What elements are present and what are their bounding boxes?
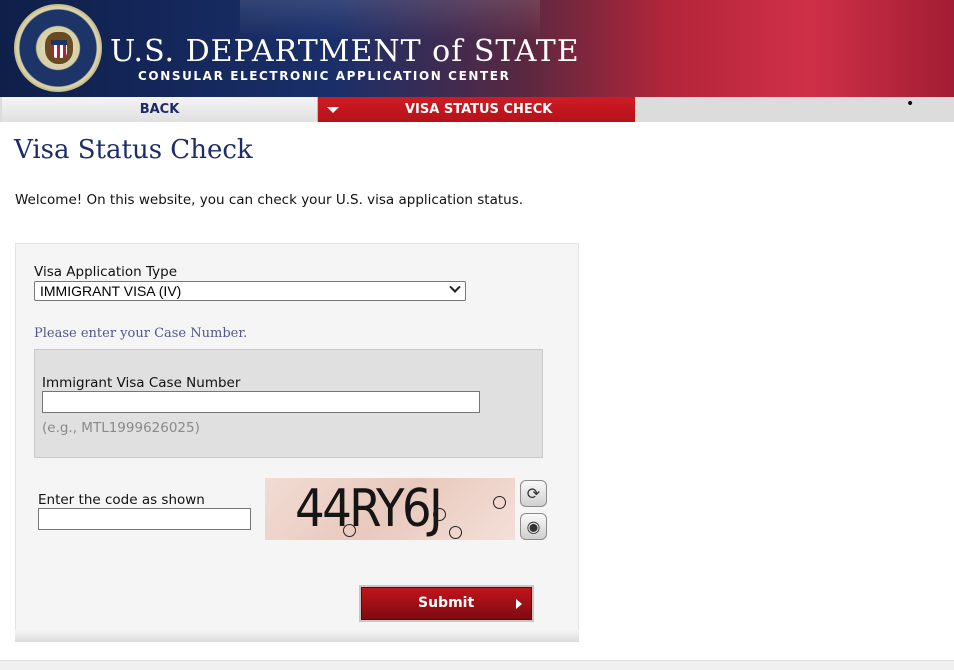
audio-captcha-button[interactable]: ◉ bbox=[520, 513, 547, 540]
department-seal-logo bbox=[14, 4, 102, 92]
case-number-input[interactable] bbox=[42, 391, 480, 413]
captcha-noise-circle bbox=[433, 508, 446, 521]
application-type-value: IMMIGRANT VISA (IV) bbox=[40, 283, 182, 299]
case-number-prompt: Please enter your Case Number. bbox=[34, 326, 248, 341]
shield-icon bbox=[51, 40, 67, 58]
captcha-noise-circle bbox=[493, 496, 506, 509]
captcha-noise-circle bbox=[449, 526, 462, 539]
audio-captcha-icon: ◉ bbox=[526, 517, 541, 536]
captcha-text: 44RY6J bbox=[295, 479, 443, 539]
nav-dot: • bbox=[906, 96, 915, 112]
chevron-down-icon bbox=[449, 281, 461, 293]
nav-back-tab[interactable]: BACK bbox=[2, 97, 318, 122]
form-panel-bottom bbox=[15, 630, 579, 642]
triangle-down-icon bbox=[327, 107, 339, 113]
refresh-captcha-button[interactable]: ⟳ bbox=[520, 480, 547, 507]
footer-strip bbox=[0, 660, 954, 670]
case-number-label: Immigrant Visa Case Number bbox=[42, 375, 241, 391]
case-number-example: (e.g., MTL1999626025) bbox=[42, 420, 200, 436]
triangle-right-icon bbox=[516, 599, 522, 609]
welcome-text: Welcome! On this website, you can check … bbox=[15, 192, 524, 208]
submit-button[interactable]: Submit bbox=[359, 585, 534, 622]
nav-visa-status-label: VISA STATUS CHECK bbox=[405, 102, 553, 117]
captcha-code-label: Enter the code as shown bbox=[38, 492, 205, 508]
page-title: Visa Status Check bbox=[14, 135, 253, 165]
nav-visa-status-tab[interactable]: VISA STATUS CHECK bbox=[318, 97, 635, 122]
captcha-image: 44RY6J bbox=[265, 478, 515, 540]
department-title: U.S. DEPARTMENT of STATE bbox=[110, 34, 580, 69]
captcha-code-input[interactable] bbox=[38, 508, 251, 530]
submit-label: Submit bbox=[418, 595, 475, 611]
refresh-captcha-icon: ⟳ bbox=[526, 484, 541, 503]
application-type-select[interactable]: IMMIGRANT VISA (IV) bbox=[34, 281, 466, 301]
captcha-noise-circle bbox=[343, 524, 356, 537]
application-type-label: Visa Application Type bbox=[34, 264, 178, 280]
top-nav: BACK VISA STATUS CHECK • bbox=[0, 97, 954, 122]
department-subtitle: CONSULAR ELECTRONIC APPLICATION CENTER bbox=[138, 69, 511, 83]
site-header: U.S. DEPARTMENT of STATE CONSULAR ELECTR… bbox=[0, 0, 954, 97]
